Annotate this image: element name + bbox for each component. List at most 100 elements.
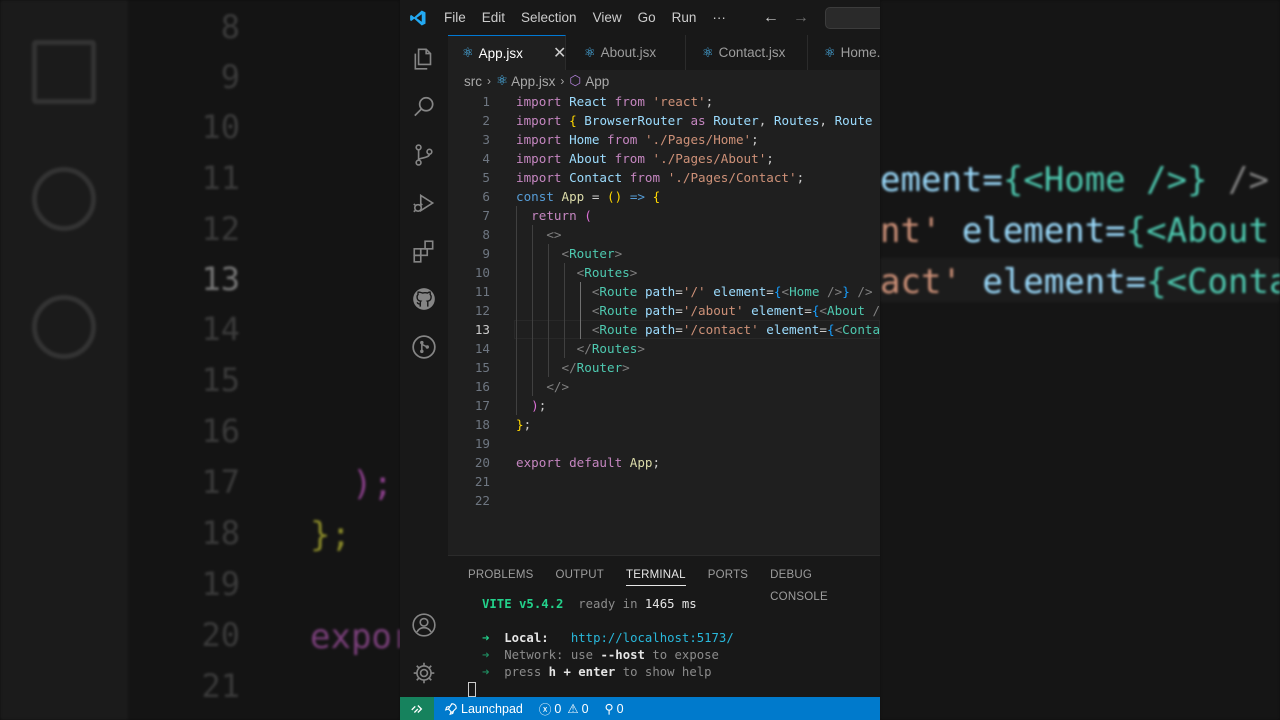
code-line: 3 import Home from './Pages/Home'; <box>482 132 759 147</box>
code-line: 19 <box>474 436 490 451</box>
vscode-window: File Edit Selection View Go Run ··· ← → <box>400 0 880 720</box>
background-line-number: 19 <box>201 565 240 603</box>
background-code: expor <box>310 617 400 657</box>
tab-problems[interactable]: PROBLEMS <box>468 564 534 586</box>
tab-contact-jsx[interactable]: ⚛ Contact.jsx <box>686 35 808 70</box>
tab-about-jsx[interactable]: ⚛ About.jsx <box>566 35 686 70</box>
background-line-number: 16 <box>201 412 240 450</box>
tab-label: Home. <box>840 45 880 60</box>
warning-icon: ⚠ <box>567 702 579 716</box>
problems-status[interactable]: ⓧ 0 ⚠ 0 <box>539 699 589 718</box>
tab-output[interactable]: OUTPUT <box>556 564 604 586</box>
panel-tabs: PROBLEMS OUTPUT TERMINAL PORTS DEBUG CON… <box>468 564 880 603</box>
code-line: 10 <Routes> <box>474 265 638 280</box>
symbol-icon: ⬡ <box>569 73 582 88</box>
tab-label: About.jsx <box>600 45 657 60</box>
react-icon: ⚛ <box>462 45 474 60</box>
terminal-line: ➜ Network: use --host to expose <box>482 648 719 662</box>
background-line-number: 10 <box>201 108 240 146</box>
status-bar: Launchpad ⓧ 0 ⚠ 0 ⚲ 0 <box>400 697 880 720</box>
menu-view[interactable]: View <box>585 0 630 35</box>
editor-tabs: ⚛ App.jsx ✕ ⚛ About.jsx ⚛ Contact.jsx ⚛ … <box>448 35 880 70</box>
menu-selection[interactable]: Selection <box>513 0 585 35</box>
react-icon: ⚛ <box>584 44 596 60</box>
menu-file[interactable]: File <box>436 0 474 35</box>
title-bar: File Edit Selection View Go Run ··· ← → <box>400 0 880 35</box>
code-line: 5 import Contact from './Pages/Contact'; <box>482 170 805 185</box>
terminal-line: VITE v5.4.2 ready in 1465 ms <box>482 597 697 611</box>
ports-status[interactable]: ⚲ 0 <box>604 701 624 717</box>
background-left: 8 9 10 11 12 13 14 15 16 17 18 19 20 21 … <box>0 0 400 720</box>
bottom-panel: PROBLEMS OUTPUT TERMINAL PORTS DEBUG CON… <box>448 555 880 697</box>
menu-run[interactable]: Run <box>664 0 705 35</box>
menu-more[interactable]: ··· <box>704 0 734 35</box>
tab-ports[interactable]: PORTS <box>708 564 748 586</box>
background-code: }; <box>310 515 351 555</box>
background-right: ement={<Home />} /> nt' element={<About … <box>880 0 1280 720</box>
code-line: 4 import About from './Pages/About'; <box>482 151 774 166</box>
tab-app-jsx[interactable]: ⚛ App.jsx ✕ <box>448 35 566 70</box>
extensions-icon[interactable] <box>400 227 448 275</box>
background-line-number: 12 <box>201 210 240 248</box>
activity-bar <box>400 35 448 697</box>
code-editor[interactable]: 1 import React from 'react'; 2 import { Br… <box>448 92 880 554</box>
menu-edit[interactable]: Edit <box>474 0 513 35</box>
code-line: 2 import { BrowserRouter as Router, Route… <box>482 113 873 128</box>
code-line: 1 import React from 'react'; <box>482 94 714 109</box>
menu-go[interactable]: Go <box>630 0 664 35</box>
tab-label: App.jsx <box>478 45 523 61</box>
terminal-output[interactable]: VITE v5.4.2 ready in 1465 ms ➜ Local: ht… <box>482 592 734 679</box>
background-code: ement={<Home />} /> <box>880 160 1269 200</box>
close-icon[interactable]: ✕ <box>553 43 566 63</box>
react-icon: ⚛ <box>496 73 509 88</box>
tab-debug-console[interactable]: DEBUG CONSOLE <box>770 564 858 603</box>
code-line: 22 <box>474 493 490 508</box>
antenna-icon: ⚲ <box>604 702 614 716</box>
git-graph-icon[interactable] <box>400 323 448 371</box>
code-line: 13 <Route path='/contact' element={<Cont… <box>474 322 880 337</box>
code-line: 20 export default App; <box>474 455 661 470</box>
command-center-search[interactable] <box>825 7 880 29</box>
explorer-icon[interactable] <box>400 35 448 83</box>
background-line-number: 20 <box>201 616 240 654</box>
remote-indicator-icon[interactable] <box>400 697 434 720</box>
code-line: 12 <Route path='/about' element={<About … <box>474 303 880 318</box>
tab-terminal[interactable]: TERMINAL <box>626 564 686 586</box>
local-url-link[interactable]: http://localhost:5173/ <box>571 631 734 645</box>
code-line: 18}; <box>474 417 532 432</box>
rocket-icon <box>444 702 457 715</box>
code-line: 16 </> <box>474 379 570 394</box>
launchpad-button[interactable]: Launchpad <box>444 702 523 716</box>
background-code: nt' element={<About / <box>880 211 1280 251</box>
search-icon[interactable] <box>400 83 448 131</box>
breadcrumb-symbol[interactable]: App <box>585 74 609 89</box>
terminal-line: ➜ press h + enter to show help <box>482 665 712 679</box>
background-line-number: 9 <box>220 58 240 96</box>
github-icon[interactable] <box>400 275 448 323</box>
background-code: act' element={<Conta <box>880 262 1280 302</box>
run-debug-icon[interactable] <box>400 179 448 227</box>
background-line-number: 8 <box>220 8 240 46</box>
code-line: 9 <Router> <box>482 246 623 261</box>
code-line: 21 <box>474 474 490 489</box>
code-line: 17 ); <box>474 398 547 413</box>
account-icon[interactable] <box>400 601 448 649</box>
background-line-number: 13 <box>201 260 240 298</box>
breadcrumb-file[interactable]: App.jsx <box>511 74 555 89</box>
background-line-number: 18 <box>201 514 240 552</box>
terminal-line: ➜ Local: http://localhost:5173/ <box>482 631 734 645</box>
tab-home-jsx[interactable]: ⚛ Home. <box>808 35 880 70</box>
breadcrumb-folder[interactable]: src <box>464 74 482 89</box>
background-line-number: 15 <box>201 361 240 399</box>
background-line-number: 14 <box>201 310 240 348</box>
terminal-cursor <box>468 682 476 697</box>
react-icon: ⚛ <box>702 44 714 60</box>
back-arrow-icon[interactable]: ← <box>756 9 786 27</box>
settings-gear-icon[interactable] <box>400 649 448 697</box>
source-control-icon[interactable] <box>400 131 448 179</box>
code-line: 14 </Routes> <box>474 341 645 356</box>
code-line: 8 <> <box>482 227 562 242</box>
chevron-right-icon: › <box>487 74 491 88</box>
forward-arrow-icon[interactable]: → <box>786 9 816 27</box>
github-icon <box>32 167 96 231</box>
